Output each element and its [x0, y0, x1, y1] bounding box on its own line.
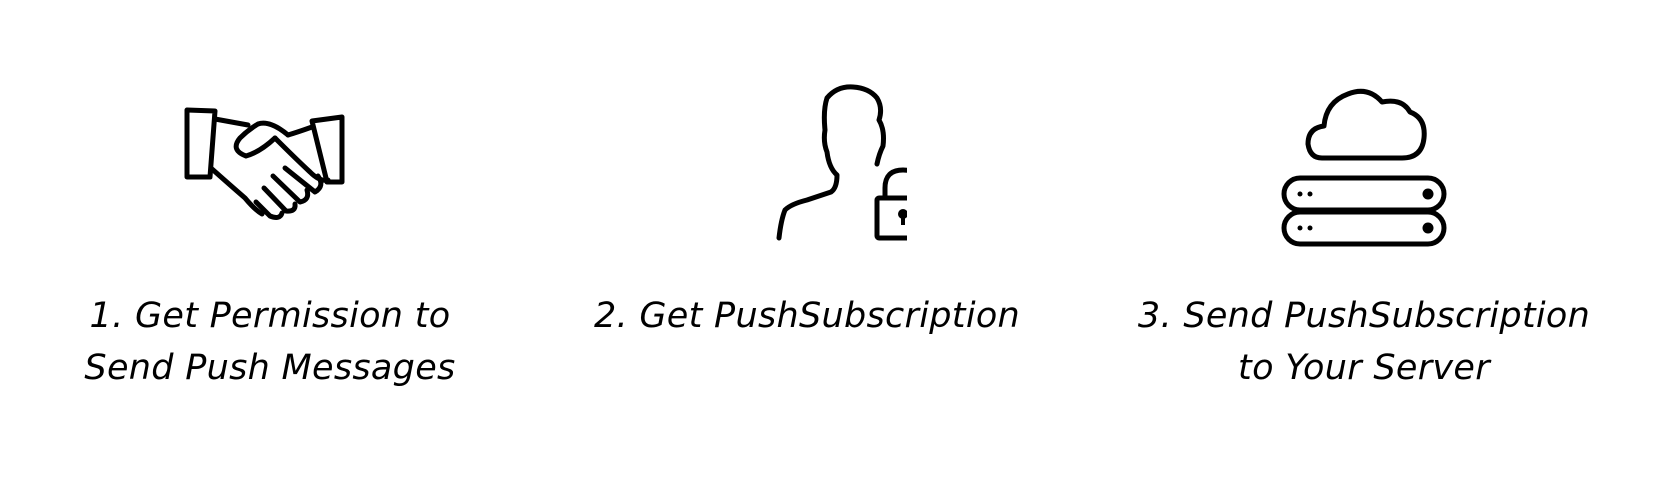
- step-2: 2. Get PushSubscription: [547, 0, 1067, 484]
- step-1: 1. Get Permission to Send Push Messages: [10, 0, 530, 484]
- step-1-caption: 1. Get Permission to Send Push Messages: [10, 290, 530, 394]
- user-lock-icon: [547, 80, 1067, 260]
- cloud-server-icon: [1104, 80, 1624, 260]
- caption-line: Send Push Messages: [84, 348, 456, 388]
- step-2-caption: 2. Get PushSubscription: [547, 290, 1067, 342]
- caption-line: 2. Get PushSubscription: [593, 296, 1021, 336]
- step-3: 3. Send PushSubscription to Your Server: [1104, 0, 1624, 484]
- caption-line: 1. Get Permission to: [89, 296, 451, 336]
- step-3-caption: 3. Send PushSubscription to Your Server: [1104, 290, 1624, 394]
- caption-line: 3. Send PushSubscription: [1137, 296, 1591, 336]
- handshake-icon: [10, 80, 530, 260]
- caption-line: to Your Server: [1238, 348, 1490, 388]
